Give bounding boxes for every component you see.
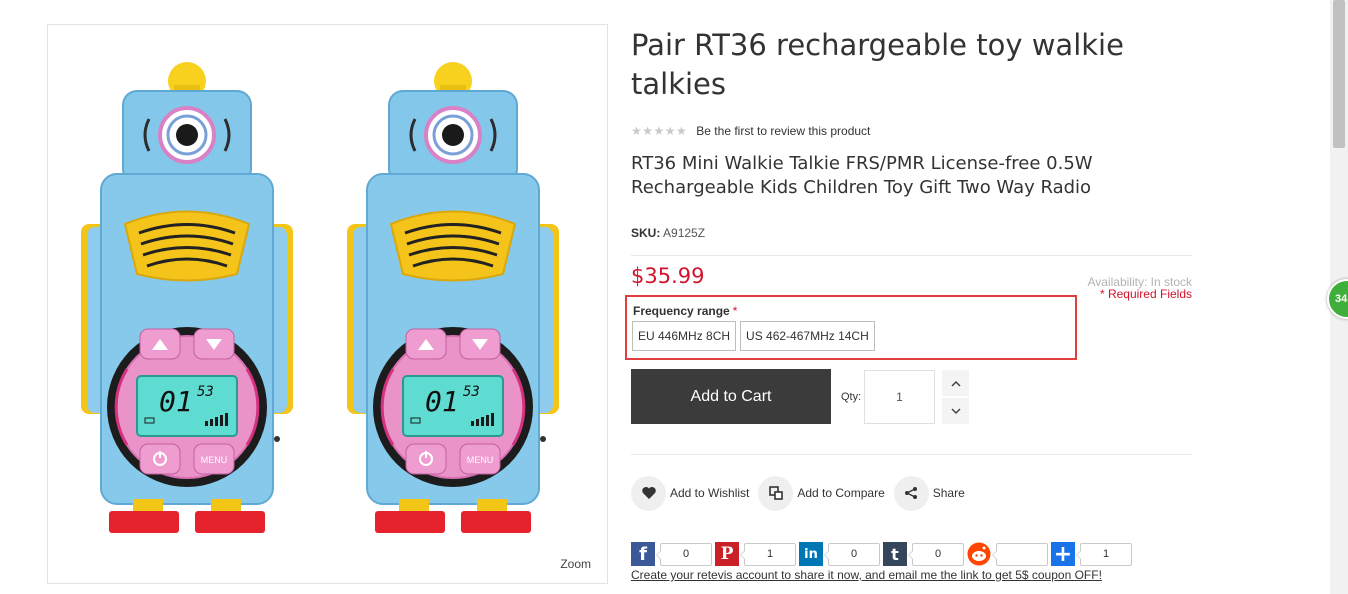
reddit-share[interactable]: [967, 542, 1048, 566]
linkedin-share[interactable]: in 0: [799, 542, 880, 566]
frequency-options: EU 446MHz 8CH US 462-467MHz 14CH: [632, 321, 875, 351]
linkedin-share-count: 0: [824, 542, 880, 566]
scrollbar-thumb[interactable]: [1333, 0, 1345, 148]
addthis-share[interactable]: + 1: [1051, 542, 1132, 567]
product-price: $35.99: [631, 264, 705, 288]
tumblr-share-count: 0: [908, 542, 964, 566]
chevron-up-icon: [950, 380, 961, 387]
product-image: 01 53 MENU 01 53 MENU: [79, 60, 561, 535]
product-image-gallery[interactable]: 01 53 MENU 01 53 MENU Zoom: [47, 24, 608, 584]
share-icon-wrap: [893, 475, 929, 511]
walkie-talkie-right: 01 53 MENU: [345, 60, 561, 535]
share-button[interactable]: Share: [893, 475, 965, 511]
pinterest-share-count: 1: [740, 542, 796, 566]
reddit-icon: [967, 542, 991, 566]
lcd-small-digits: 53: [197, 384, 214, 400]
divider: [631, 255, 1192, 256]
pinterest-icon: P: [715, 542, 739, 566]
qty-decrease-button[interactable]: [942, 398, 969, 424]
share-coupon-link[interactable]: Create your retevis account to share it …: [631, 568, 1102, 582]
frequency-option-eu[interactable]: EU 446MHz 8CH: [632, 321, 737, 351]
frequency-range-label: Frequency range *: [633, 304, 737, 318]
product-info: Pair RT36 rechargeable toy walkie talkie…: [625, 0, 1192, 594]
addthis-share-count: 1: [1076, 542, 1132, 566]
required-fields-note: * Required Fields: [1099, 287, 1192, 301]
compare-icon: [769, 486, 783, 500]
walkie-talkie-left: 01 53 MENU: [79, 60, 295, 535]
product-actions: Add to Wishlist Add to Compare Share: [631, 475, 974, 511]
sku: SKU: A9125Z: [631, 226, 705, 240]
required-mark: *: [732, 304, 738, 318]
tumblr-icon: t: [883, 542, 907, 566]
facebook-icon: f: [631, 542, 655, 566]
heart-icon: [641, 487, 656, 499]
wishlist-icon-wrap: [631, 475, 666, 511]
compare-label: Add to Compare: [797, 486, 885, 500]
add-to-compare-button[interactable]: Add to Compare: [758, 475, 885, 511]
product-subtitle: RT36 Mini Walkie Talkie FRS/PMR License-…: [631, 153, 1093, 198]
qty-input[interactable]: [864, 370, 935, 424]
pinterest-share[interactable]: P 1: [715, 542, 796, 566]
rating-summary: ★★★★★ Be the first to review this produc…: [631, 123, 870, 139]
sku-value: A9125Z: [663, 226, 706, 240]
share-icon: [905, 487, 918, 499]
menu-button-label: MENU: [201, 455, 228, 465]
facebook-share[interactable]: f 0: [631, 542, 712, 566]
share-label: Share: [932, 486, 965, 500]
social-share-bar: f 0 P 1 in 0 t 0 + 1: [631, 541, 1135, 567]
qty-label: Qty:: [841, 391, 862, 403]
linkedin-icon: in: [799, 542, 823, 566]
add-to-wishlist-button[interactable]: Add to Wishlist: [631, 475, 750, 511]
tumblr-share[interactable]: t 0: [883, 542, 964, 566]
compare-icon-wrap: [758, 475, 794, 511]
plus-icon: +: [1051, 542, 1075, 567]
menu-button-label: MENU: [467, 455, 494, 465]
reddit-share-count: [992, 542, 1048, 566]
frequency-range-section: Frequency range * EU 446MHz 8CH US 462-46…: [625, 295, 1077, 360]
lcd-digits: 01: [159, 385, 193, 418]
frequency-range-label-text: Frequency range: [633, 304, 730, 318]
sku-label: SKU:: [631, 226, 661, 240]
qty-increase-button[interactable]: [942, 370, 969, 396]
rating-stars-icon: ★★★★★: [631, 124, 688, 138]
zoom-label[interactable]: Zoom: [560, 557, 591, 571]
product-title: Pair RT36 rechargeable toy walkie talkie…: [631, 28, 1124, 101]
first-review-link[interactable]: Be the first to review this product: [696, 124, 870, 138]
divider: [631, 454, 1192, 455]
lcd-digits: 01: [425, 385, 459, 418]
wishlist-label: Add to Wishlist: [670, 486, 750, 500]
reddit-alien-icon: [967, 542, 991, 566]
add-to-cart-button[interactable]: Add to Cart: [631, 369, 831, 424]
chevron-down-icon: [950, 407, 961, 414]
facebook-share-count: 0: [656, 542, 712, 566]
lcd-small-digits: 53: [463, 384, 480, 400]
frequency-option-us[interactable]: US 462-467MHz 14CH: [740, 321, 875, 351]
